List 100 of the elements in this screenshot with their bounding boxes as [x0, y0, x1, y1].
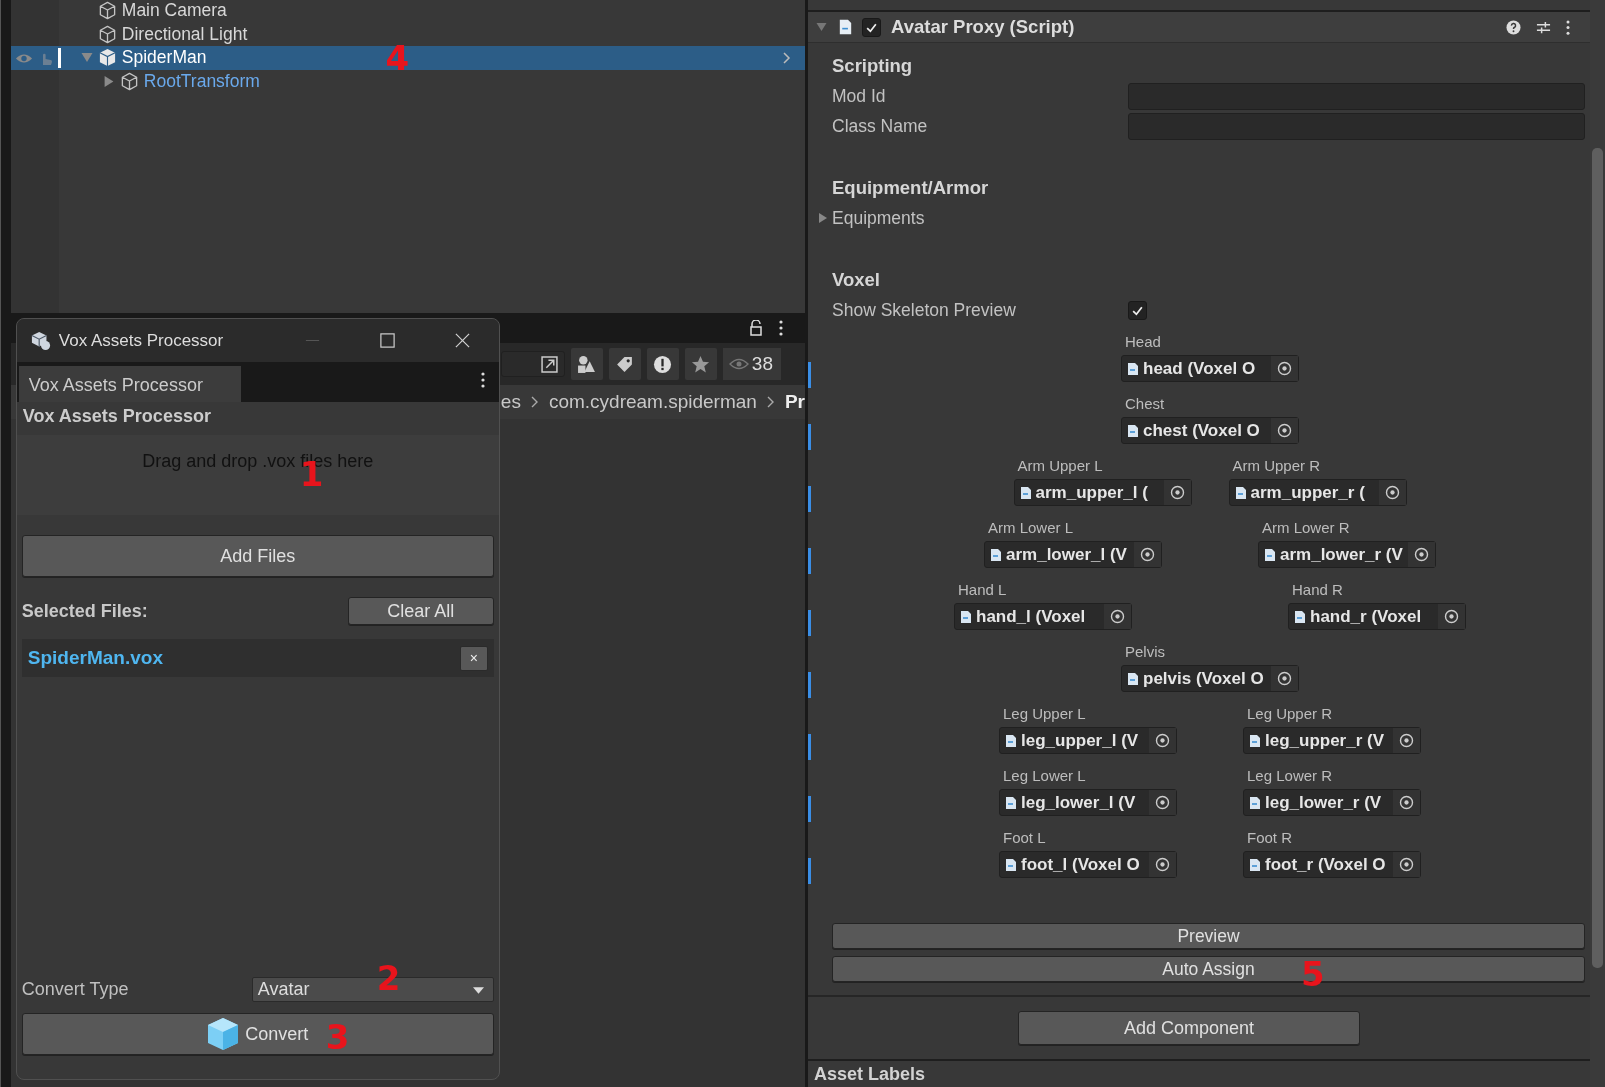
hierarchy-item-label[interactable]: Main Camera [121, 0, 227, 22]
script-file-icon [1019, 485, 1032, 500]
window-title: Vox Assets Processor [58, 330, 225, 351]
dropdown-arrow-icon [472, 987, 484, 994]
object-field[interactable]: arm_lower_r (V [1258, 541, 1436, 568]
add-files-button[interactable]: Add Files [21, 535, 494, 577]
cube-icon [119, 71, 139, 91]
hierarchy-item-label[interactable]: RootTransform [143, 70, 260, 92]
hierarchy-item-label[interactable]: Directional Light [121, 23, 248, 45]
close-icon[interactable] [453, 332, 471, 349]
object-field[interactable]: leg_lower_r (V [1243, 789, 1421, 816]
script-file-icon [1005, 857, 1017, 872]
script-file-icon [1264, 547, 1276, 562]
object-field[interactable]: head (Voxel O [1121, 355, 1299, 382]
inspector-button[interactable]: Preview [832, 923, 1585, 949]
hierarchy-row[interactable]: Main Camera [10, 0, 805, 23]
maximize-icon[interactable] [378, 332, 396, 349]
script-file-icon [1234, 485, 1247, 500]
tag-icon [615, 354, 635, 374]
file-name[interactable]: SpiderMan.vox [27, 647, 163, 669]
bone-label: Hand R [1291, 581, 1344, 600]
object-picker-icon[interactable] [1149, 728, 1176, 753]
bone-label: Leg Upper L [1002, 705, 1087, 724]
section-heading: Voxel [832, 268, 881, 292]
show-skeleton-checkbox[interactable] [1128, 300, 1147, 320]
object-field[interactable]: foot_r (Voxel O [1243, 851, 1421, 878]
shapes-filter-button[interactable] [570, 348, 603, 380]
label-filter-button[interactable] [608, 348, 641, 380]
object-picker-icon[interactable] [1378, 480, 1406, 505]
object-picker-icon[interactable] [1393, 852, 1420, 877]
favorite-filter-button[interactable] [684, 348, 717, 380]
visible-count-toggle[interactable]: 38 [722, 348, 781, 380]
chevron-right-icon[interactable] [783, 51, 791, 64]
breadcrumb-item[interactable]: es [500, 391, 521, 413]
bone-label: Foot R [1246, 829, 1293, 848]
object-picker-icon[interactable] [1134, 542, 1161, 567]
window-tab[interactable]: Vox Assets Processor [18, 366, 241, 402]
warning-filter-button[interactable] [646, 348, 679, 380]
breadcrumb-separator-icon [530, 396, 539, 408]
foldout-label[interactable]: Equipments [832, 207, 1128, 229]
object-picker-icon[interactable] [1149, 790, 1176, 815]
enable-checkbox[interactable] [862, 17, 881, 37]
expand-arrow-icon[interactable] [818, 213, 828, 223]
object-field[interactable]: pelvis (Voxel O [1121, 665, 1299, 692]
bone-label: Leg Upper R [1246, 705, 1334, 724]
search-field[interactable] [500, 351, 565, 377]
object-field[interactable]: arm_upper_l ( [1013, 479, 1192, 506]
add-component-button[interactable]: Add Component [1018, 1011, 1360, 1045]
settings-sliders-icon[interactable] [1536, 19, 1551, 35]
script-file-icon [1249, 795, 1261, 810]
object-field[interactable]: leg_lower_l (V [999, 789, 1177, 816]
component-title: Avatar Proxy (Script) [891, 16, 1075, 38]
object-picker-icon[interactable] [1271, 356, 1298, 381]
object-field[interactable]: arm_lower_l (V [984, 541, 1162, 568]
bone-label: Arm Lower L [987, 519, 1075, 538]
object-field[interactable]: chest (Voxel O [1121, 417, 1299, 444]
object-field[interactable]: arm_upper_r ( [1228, 479, 1407, 506]
star-icon [691, 354, 711, 374]
object-field[interactable]: leg_upper_r (V [1243, 727, 1421, 754]
remove-file-button[interactable]: × [459, 645, 488, 671]
object-picker-icon[interactable] [1408, 542, 1435, 567]
clear-all-button[interactable]: Clear All [347, 597, 494, 625]
expand-arrow-icon[interactable] [102, 75, 115, 87]
object-picker-icon[interactable] [1149, 852, 1176, 877]
object-field[interactable]: hand_l (Voxel [954, 603, 1132, 630]
object-picker-icon[interactable] [1163, 480, 1191, 505]
object-field[interactable]: leg_upper_l (V [999, 727, 1177, 754]
script-file-icon [1005, 733, 1017, 748]
object-field[interactable]: foot_l (Voxel O [999, 851, 1177, 878]
object-picker-icon[interactable] [1271, 666, 1298, 691]
section-heading: Equipment/Armor [832, 176, 990, 200]
scrollbar-thumb[interactable] [1592, 148, 1603, 968]
expand-window-icon[interactable] [540, 355, 558, 373]
field-label: Mod Id [832, 85, 887, 107]
cube-icon [97, 48, 117, 68]
convert-button[interactable]: Convert 3 [21, 1013, 494, 1055]
more-options-icon[interactable] [779, 320, 783, 336]
more-options-icon[interactable] [1566, 19, 1570, 35]
object-picker-icon[interactable] [1104, 604, 1131, 629]
object-picker-icon[interactable] [1393, 728, 1420, 753]
shapes-icon [577, 354, 597, 374]
object-picker-icon[interactable] [1271, 418, 1298, 443]
text-field[interactable] [1128, 112, 1585, 140]
object-picker-icon[interactable] [1438, 604, 1465, 629]
object-field[interactable]: hand_r (Voxel [1288, 603, 1466, 630]
text-field[interactable] [1128, 82, 1585, 110]
collapse-arrow-icon[interactable] [816, 22, 827, 32]
hierarchy-item-label[interactable]: SpiderMan [121, 47, 207, 69]
help-icon[interactable] [1506, 19, 1521, 35]
object-picker-icon[interactable] [1393, 790, 1420, 815]
breadcrumb-item[interactable]: Pr [784, 391, 805, 413]
more-options-icon[interactable] [480, 372, 485, 388]
lock-icon[interactable] [749, 320, 763, 336]
convert-type-label: Convert Type [21, 979, 129, 1000]
breadcrumb-item[interactable]: com.cydream.spiderman [548, 391, 757, 413]
field-label: Class Name [832, 115, 929, 137]
script-file-icon [1127, 361, 1139, 376]
hierarchy-row[interactable]: SpiderMan 4 [10, 46, 805, 70]
script-file-icon [1005, 795, 1017, 810]
cube-icon [207, 1017, 240, 1051]
